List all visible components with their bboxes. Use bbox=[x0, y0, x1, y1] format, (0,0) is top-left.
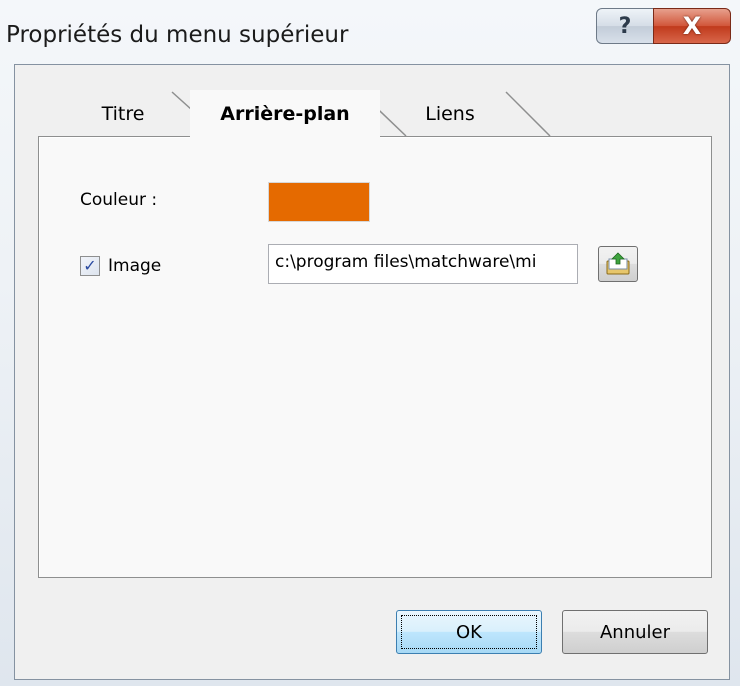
color-swatch[interactable] bbox=[268, 182, 370, 222]
image-path-field[interactable]: c:\program files\matchware\mi bbox=[268, 244, 578, 284]
tab-arriere-plan[interactable]: Arrière-plan bbox=[190, 90, 380, 138]
caption-buttons: ? X bbox=[596, 8, 732, 48]
title-bar[interactable]: Propriétés du menu supérieur ? X bbox=[0, 0, 740, 62]
browse-button[interactable] bbox=[598, 246, 638, 282]
folder-upload-icon bbox=[606, 252, 630, 275]
color-label: Couleur : bbox=[80, 190, 158, 210]
ok-label: OK bbox=[456, 621, 482, 643]
cancel-label: Annuler bbox=[599, 621, 670, 643]
help-icon: ? bbox=[618, 13, 632, 39]
image-checkbox[interactable]: ✓ bbox=[80, 256, 100, 276]
dialog-window: Propriétés du menu supérieur ? X Titre A… bbox=[0, 0, 740, 686]
cancel-button[interactable]: Annuler bbox=[562, 610, 708, 654]
close-icon: X bbox=[682, 12, 702, 40]
checkmark-icon: ✓ bbox=[83, 256, 97, 275]
tab-label: Arrière-plan bbox=[220, 103, 350, 125]
image-label: Image bbox=[108, 256, 162, 276]
ok-button[interactable]: OK bbox=[396, 610, 542, 654]
help-button[interactable]: ? bbox=[596, 8, 654, 44]
window-title: Propriétés du menu supérieur bbox=[6, 22, 349, 48]
close-button[interactable]: X bbox=[653, 8, 731, 44]
